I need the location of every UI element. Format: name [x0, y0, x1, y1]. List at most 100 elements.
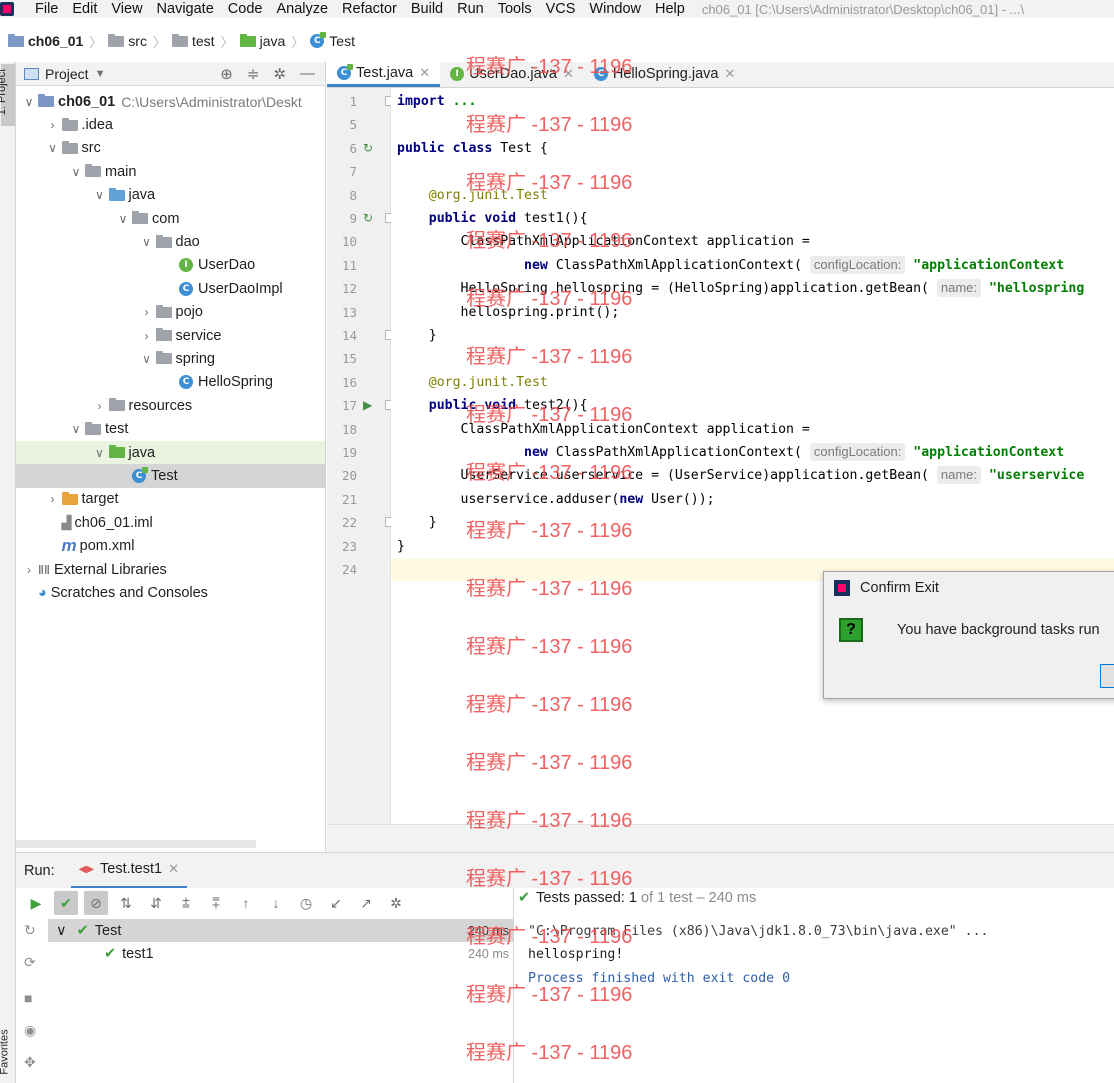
run-class-icon[interactable]: ↻	[363, 207, 373, 230]
chevron-down-icon[interactable]: ▼	[95, 68, 106, 80]
project-tree-item[interactable]: C Test	[16, 464, 325, 488]
chevron-down-icon[interactable]: ∨	[91, 188, 109, 202]
expand-all-icon[interactable]: ⩲	[174, 891, 198, 915]
project-tree-item[interactable]: › resources	[16, 394, 325, 417]
breadcrumb-item[interactable]: C Test	[306, 32, 359, 49]
chevron-down-icon[interactable]: ∨	[138, 235, 156, 249]
collapse-all-icon[interactable]: ≑	[247, 65, 260, 83]
chevron-right-icon[interactable]: ›	[44, 492, 62, 506]
chevron-down-icon[interactable]: ∨	[114, 212, 132, 226]
chevron-right-icon[interactable]: ›	[20, 563, 38, 577]
code-editor[interactable]: import ... public class Test { @org.junit…	[391, 88, 1114, 824]
hide-panel-icon[interactable]: —	[300, 65, 315, 83]
editor-tab[interactable]: C Test.java ✕	[327, 61, 441, 87]
chevron-right-icon[interactable]: ›	[138, 329, 156, 343]
project-tree-item[interactable]: ∨ main	[16, 160, 325, 183]
dialog-default-button[interactable]	[1100, 664, 1114, 688]
project-tree-item[interactable]: › .idea	[16, 113, 325, 136]
run-class-icon[interactable]: ↻	[363, 137, 373, 160]
pin-icon[interactable]: ✥	[24, 1054, 36, 1071]
project-tree-item[interactable]: ∨ test	[16, 417, 325, 440]
editor-tab[interactable]: C HelloSpring.java ✕	[584, 61, 746, 87]
menu-edit[interactable]: Edit	[65, 1, 104, 17]
breadcrumb-item[interactable]: test	[168, 33, 219, 49]
project-tree-item[interactable]: › service	[16, 324, 325, 347]
show-passed-icon[interactable]: ✔	[54, 891, 78, 915]
chevron-down-icon[interactable]: ∨	[56, 923, 67, 939]
project-tree-item[interactable]: ∨ dao	[16, 230, 325, 253]
project-tree-item[interactable]: m pom.xml	[16, 534, 325, 557]
rerun-icon[interactable]: ▶	[24, 891, 48, 915]
menu-navigate[interactable]: Navigate	[150, 1, 221, 17]
project-tree-item[interactable]: › ‖‖ External Libraries	[16, 558, 325, 581]
chevron-down-icon[interactable]: ∨	[91, 446, 109, 460]
editor-tab[interactable]: I UserDao.java ✕	[440, 61, 584, 87]
chevron-right-icon[interactable]: ›	[138, 305, 156, 319]
menu-vcs[interactable]: VCS	[539, 1, 583, 17]
previous-failed-icon[interactable]: ↑	[234, 891, 258, 915]
project-tree-item[interactable]: ∨ java	[16, 440, 325, 465]
toggle-auto-test-icon[interactable]: ⟳	[24, 954, 36, 971]
show-ignored-icon[interactable]: ⊘	[84, 891, 108, 915]
menu-refactor[interactable]: Refactor	[335, 1, 404, 17]
rerun-failed-icon[interactable]: ↻	[24, 922, 36, 939]
chevron-right-icon[interactable]: ›	[44, 118, 62, 132]
favorites-tool-label[interactable]: Favorites	[0, 1029, 11, 1074]
close-icon[interactable]: ✕	[168, 861, 179, 877]
project-tree-item[interactable]: I UserDao	[16, 254, 325, 277]
chevron-down-icon[interactable]: ∨	[44, 141, 62, 155]
import-tests-icon[interactable]: ↙	[324, 891, 348, 915]
menu-view[interactable]: View	[104, 1, 149, 17]
project-tree-item[interactable]: ◕ Scratches and Consoles	[16, 581, 325, 604]
test-result-row[interactable]: ∨ ✔ Test 240 ms	[48, 919, 513, 943]
project-tree-item[interactable]: ▟ ch06_01.iml	[16, 511, 325, 534]
test-result-row[interactable]: ✔ test1 240 ms	[48, 942, 513, 965]
project-tree-item[interactable]: › target	[16, 488, 325, 511]
chevron-down-icon[interactable]: ∨	[138, 352, 156, 366]
sort-alphabetically-icon[interactable]: ⇅	[114, 891, 138, 915]
menu-help[interactable]: Help	[648, 1, 692, 17]
settings-icon[interactable]: ✲	[384, 891, 408, 915]
close-icon[interactable]: ✕	[724, 66, 735, 82]
chevron-down-icon[interactable]: ∨	[20, 95, 38, 109]
project-tree-item[interactable]: ∨ java	[16, 184, 325, 207]
close-icon[interactable]: ✕	[419, 65, 430, 81]
breadcrumb-item[interactable]: java	[236, 33, 290, 49]
breadcrumb-item[interactable]: src	[104, 33, 151, 49]
project-tree-item[interactable]: ∨ src	[16, 137, 325, 160]
chevron-down-icon[interactable]: ∨	[67, 165, 85, 179]
next-failed-icon[interactable]: ↓	[264, 891, 288, 915]
menu-window[interactable]: Window	[582, 1, 648, 17]
menu-run[interactable]: Run	[450, 1, 491, 17]
menu-analyze[interactable]: Analyze	[269, 1, 335, 17]
chevron-down-icon[interactable]: ∨	[67, 422, 85, 436]
project-tree-item[interactable]: C UserDaoImpl	[16, 277, 325, 300]
locate-file-icon[interactable]: ⊕	[220, 65, 233, 83]
menu-code[interactable]: Code	[221, 1, 270, 17]
menu-build[interactable]: Build	[404, 1, 450, 17]
run-panel-divider[interactable]	[513, 888, 514, 1083]
project-tree-item[interactable]: › pojo	[16, 301, 325, 324]
project-tree-item[interactable]: C HelloSpring	[16, 371, 325, 394]
history-icon[interactable]: ◷	[294, 891, 318, 915]
sort-by-duration-icon[interactable]: ⇵	[144, 891, 168, 915]
chevron-right-icon[interactable]: ›	[91, 399, 109, 413]
console-output[interactable]: "C:\Program Files (x86)\Java\jdk1.8.0_73…	[520, 920, 1114, 990]
project-tree-item[interactable]: ∨ spring	[16, 347, 325, 370]
breadcrumb-item[interactable]: ch06_01	[4, 33, 87, 49]
run-method-icon[interactable]: ▶	[363, 394, 372, 417]
camera-icon[interactable]: ◉	[24, 1022, 36, 1039]
project-horizontal-scrollbar[interactable]	[16, 840, 256, 848]
gear-icon[interactable]: ✲	[273, 65, 286, 83]
collapse-all-icon[interactable]: ⩱	[204, 891, 228, 915]
project-tree-item[interactable]: ∨ com	[16, 207, 325, 230]
stop-icon[interactable]: ■	[24, 990, 32, 1006]
project-tree-item[interactable]: ∨ ch06_01 C:\Users\Administrator\Deskt	[16, 90, 325, 113]
run-tab[interactable]: ◀▶ Test.test1 ✕	[70, 853, 187, 889]
export-tests-icon[interactable]: ↗	[354, 891, 378, 915]
menu-tools[interactable]: Tools	[491, 1, 539, 17]
close-icon[interactable]: ✕	[563, 66, 574, 82]
menu-file[interactable]: File	[28, 1, 65, 17]
project-tool-window-button[interactable]: 1: Project	[0, 64, 15, 126]
project-view-selector[interactable]: Project	[45, 66, 89, 82]
